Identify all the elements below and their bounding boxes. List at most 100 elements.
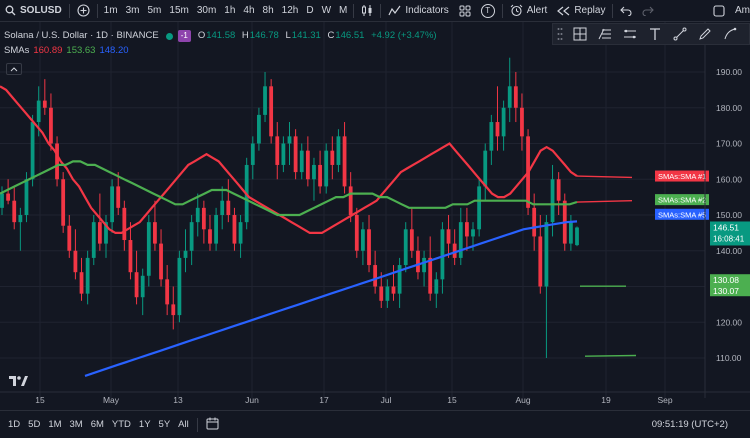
candle-body[interactable] <box>575 227 579 246</box>
candle-body[interactable] <box>36 100 41 123</box>
range-ytd[interactable]: YTD <box>108 419 135 430</box>
candle-body[interactable] <box>134 272 139 298</box>
candle-body[interactable] <box>544 222 549 287</box>
candle-body[interactable] <box>97 222 102 244</box>
candle-body[interactable] <box>269 86 274 137</box>
timeframe-1m[interactable]: 1m <box>100 0 122 22</box>
timeframe-1h[interactable]: 1h <box>220 0 239 22</box>
timeframe-3m[interactable]: 3m <box>122 0 144 22</box>
candle-body[interactable] <box>348 186 353 215</box>
chart-area[interactable]: 190.00 180.00 170.00 160.00 150.00 140.00 130.… <box>0 22 750 410</box>
date-range-button[interactable] <box>202 417 223 433</box>
range-1y[interactable]: 1Y <box>135 419 155 430</box>
candle-body[interactable] <box>165 279 170 305</box>
timeframe-d[interactable]: D <box>302 0 317 22</box>
candle-body[interactable] <box>354 215 359 251</box>
candle-body[interactable] <box>520 107 524 137</box>
candle-body[interactable] <box>79 272 84 294</box>
candle-body[interactable] <box>532 207 537 237</box>
candle-body[interactable] <box>30 122 35 180</box>
compare-button[interactable] <box>72 0 95 22</box>
range-all[interactable]: All <box>174 419 193 430</box>
range-3m[interactable]: 3M <box>66 419 87 430</box>
candle-body[interactable] <box>501 107 506 137</box>
horizontal-line-tool[interactable] <box>618 24 642 44</box>
candle-body[interactable] <box>110 186 115 223</box>
timeframe-m[interactable]: M <box>335 0 351 22</box>
candle-body[interactable] <box>275 136 280 165</box>
candle-body[interactable] <box>287 136 292 144</box>
candle-body[interactable] <box>379 286 384 301</box>
candle-body[interactable] <box>373 265 378 287</box>
candle-body[interactable] <box>513 86 518 108</box>
candle-body[interactable] <box>67 225 72 251</box>
candle-body[interactable] <box>18 215 23 223</box>
candle-body[interactable] <box>73 250 78 273</box>
candle-body[interactable] <box>195 207 200 223</box>
candle-body[interactable] <box>183 250 188 258</box>
range-1m[interactable]: 1M <box>44 419 65 430</box>
text-tool[interactable] <box>643 24 667 44</box>
candle-body[interactable] <box>342 136 347 187</box>
candle-body[interactable] <box>361 229 365 251</box>
trend-line-tool[interactable] <box>668 24 692 44</box>
candle-body[interactable] <box>55 143 59 180</box>
candle-body[interactable] <box>146 222 151 276</box>
timeframe-5m[interactable]: 5m <box>143 0 165 22</box>
candle-body[interactable] <box>232 215 237 244</box>
candle-body[interactable] <box>428 257 433 294</box>
candle-body[interactable] <box>391 286 396 294</box>
range-5y[interactable]: 5Y <box>155 419 175 430</box>
candle-body[interactable] <box>293 136 298 173</box>
sma3-line[interactable] <box>84 220 578 377</box>
candle-body[interactable] <box>409 229 414 251</box>
replay-button[interactable]: Replay <box>552 0 610 22</box>
candle-body[interactable] <box>171 304 176 316</box>
sma2-line[interactable] <box>0 160 578 217</box>
candle-body[interactable] <box>116 186 121 208</box>
candle-body[interactable] <box>324 150 329 187</box>
candle-body[interactable] <box>318 164 322 187</box>
candle-body[interactable] <box>330 150 335 165</box>
candle-body[interactable] <box>257 114 261 144</box>
clock-timezone[interactable]: 09:51:19 (UTC+2) <box>652 419 728 430</box>
candle-body[interactable] <box>12 200 17 223</box>
candle-body[interactable] <box>305 150 310 180</box>
candle-body[interactable] <box>208 229 212 244</box>
candle-body[interactable] <box>489 122 494 151</box>
sma1-line[interactable] <box>0 85 578 234</box>
candle-body[interactable] <box>122 207 127 241</box>
path-tool[interactable] <box>718 24 742 44</box>
candle-body[interactable] <box>153 222 157 244</box>
range-6m[interactable]: 6M <box>87 419 108 430</box>
candle-body[interactable] <box>140 275 145 298</box>
candle-body[interactable] <box>385 286 390 301</box>
candle-body[interactable] <box>159 243 163 280</box>
candle-body[interactable] <box>550 179 555 223</box>
candle-body[interactable] <box>85 257 90 294</box>
templates-button[interactable] <box>454 0 476 22</box>
price-chart[interactable]: 190.00 180.00 170.00 160.00 150.00 140.00 130.… <box>0 22 750 410</box>
candle-body[interactable] <box>91 222 96 258</box>
timeframe-12h[interactable]: 12h <box>278 0 303 22</box>
redo-button[interactable] <box>637 0 659 22</box>
legend-collapse-button[interactable] <box>6 63 22 75</box>
layout-button[interactable] <box>708 0 730 22</box>
candle-body[interactable] <box>250 143 255 165</box>
candle-body[interactable] <box>281 143 286 165</box>
candle-body[interactable] <box>556 179 561 201</box>
candle-body[interactable] <box>312 164 316 180</box>
layout-name[interactable]: Am <box>730 0 750 22</box>
candle-body[interactable] <box>263 86 267 115</box>
candle-body[interactable] <box>49 107 53 144</box>
legend-title[interactable]: Solana / U.S. Dollar · 1D · BINANCE <box>4 30 159 42</box>
candle-body[interactable] <box>464 222 469 237</box>
timeframe-30m[interactable]: 30m <box>193 0 220 22</box>
candle-body[interactable] <box>538 236 543 287</box>
timeframe-4h[interactable]: 4h <box>239 0 258 22</box>
undo-button[interactable] <box>615 0 637 22</box>
candle-body[interactable] <box>422 257 426 273</box>
crosshair-tool[interactable] <box>568 24 592 44</box>
candle-body[interactable] <box>507 86 512 108</box>
candle-body[interactable] <box>495 122 500 137</box>
